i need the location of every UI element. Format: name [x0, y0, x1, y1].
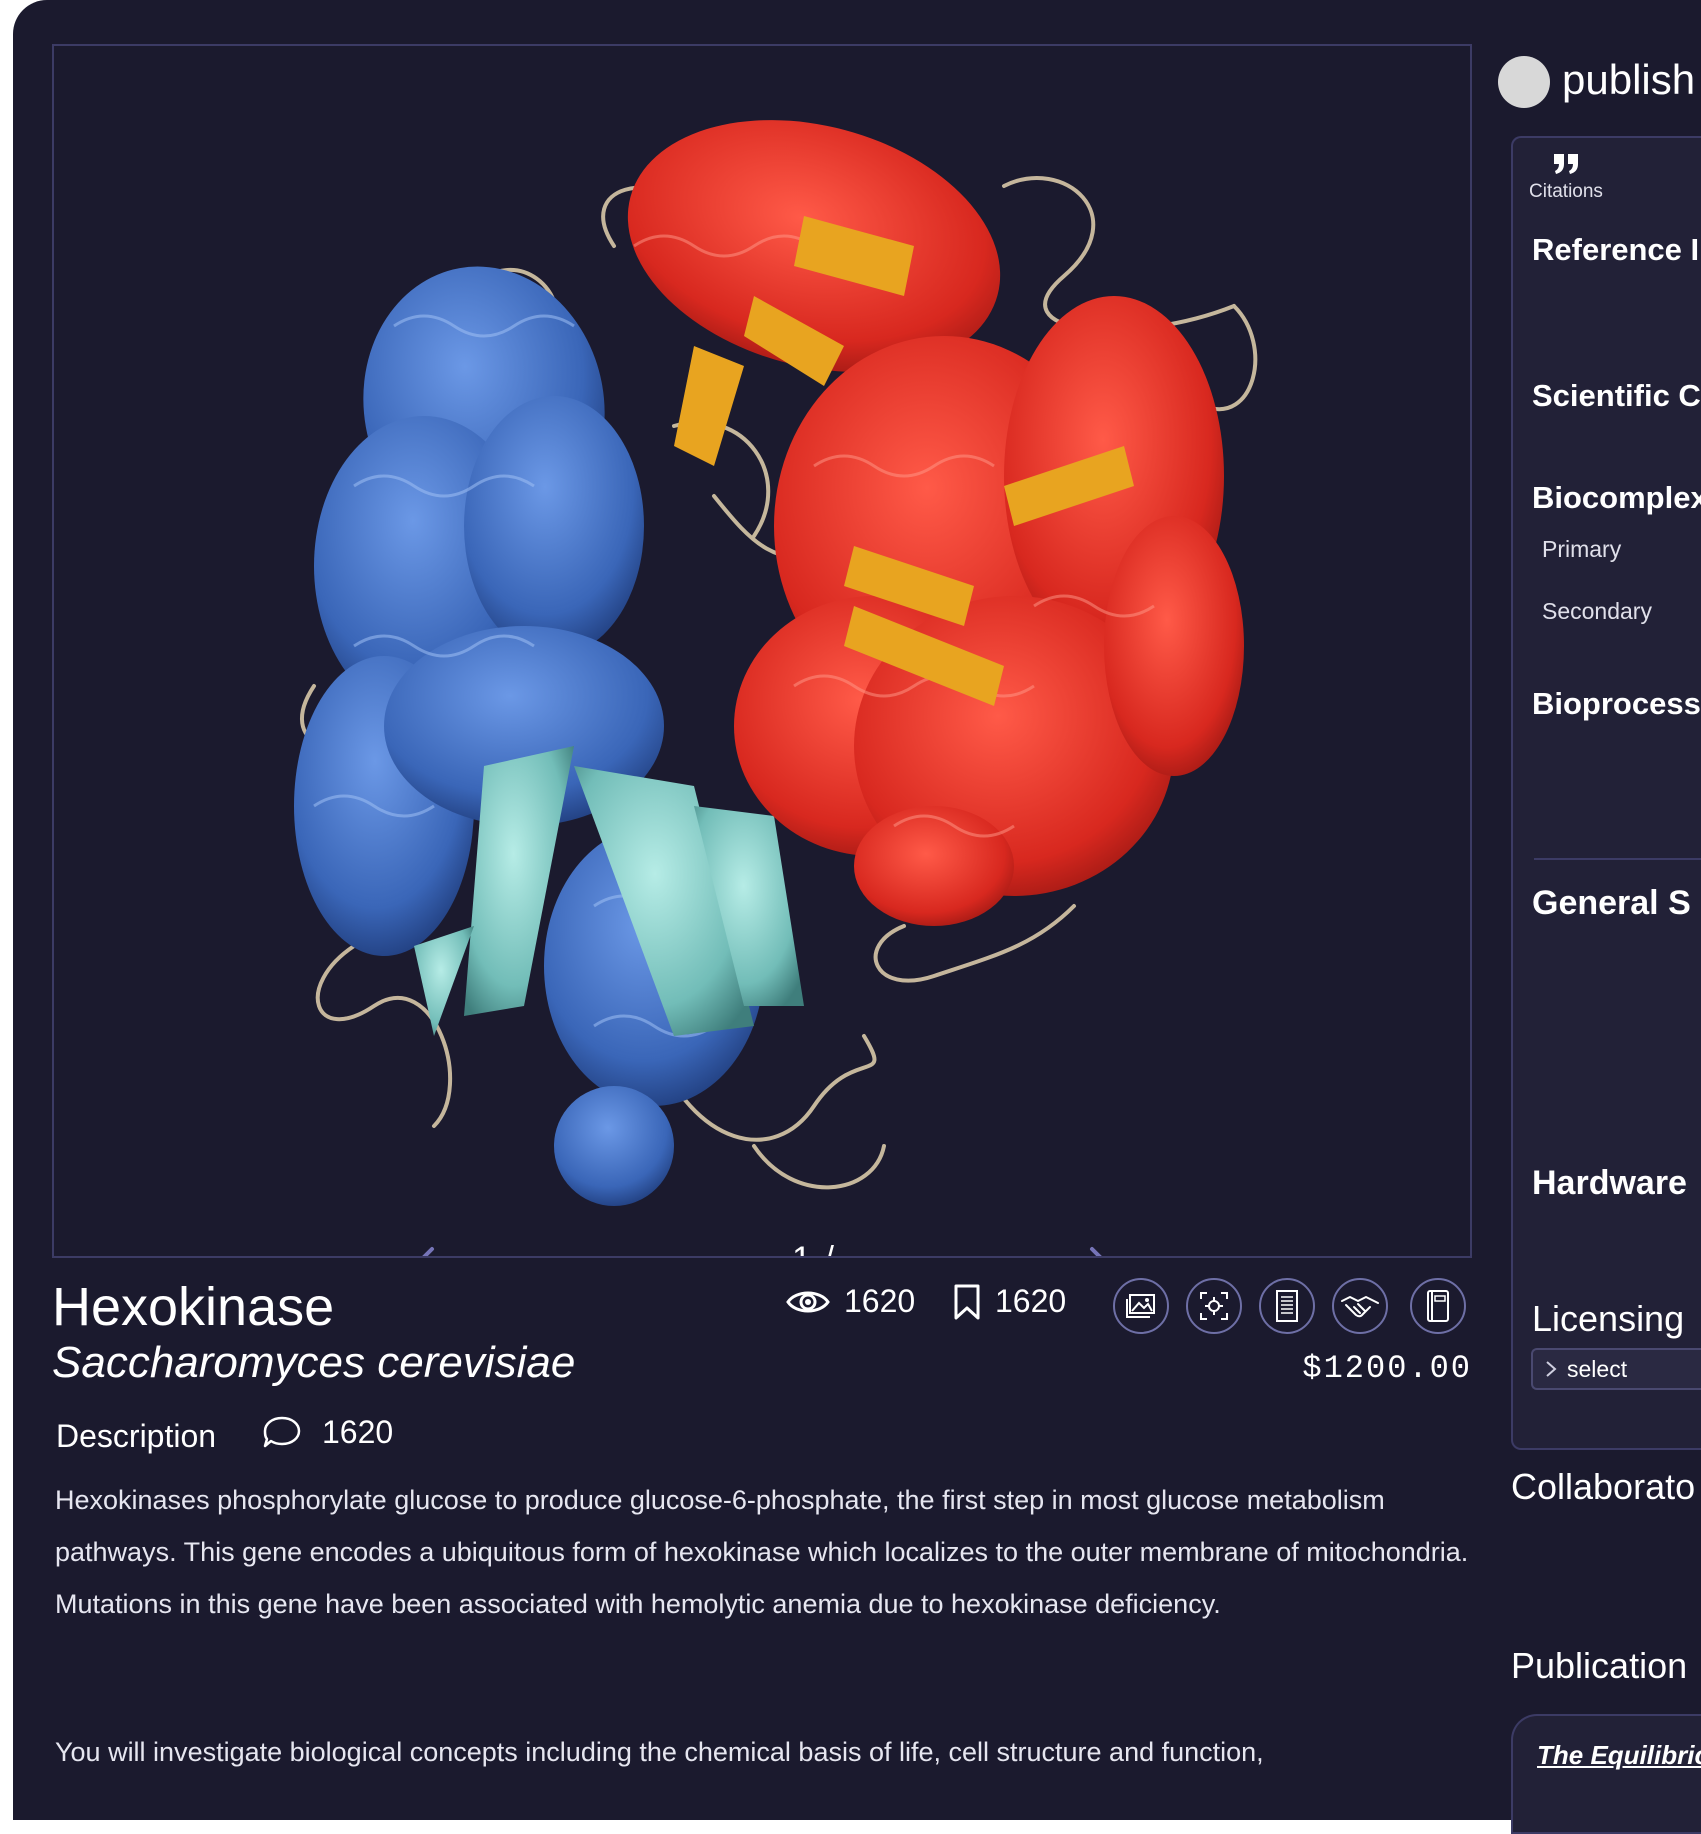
- focus-button[interactable]: [1186, 1278, 1242, 1334]
- publication-card: [1511, 1714, 1701, 1834]
- section-divider: [1534, 858, 1701, 860]
- image-pager: 1 / 4: [784, 1240, 844, 1256]
- notebook-icon: [1427, 1290, 1449, 1322]
- price-label: $1200.00: [1302, 1350, 1472, 1387]
- primary-label: Primary: [1542, 536, 1622, 562]
- publish-label: publish: [1562, 56, 1696, 103]
- views-value: 1620: [844, 1283, 916, 1319]
- collaborate-button[interactable]: [1332, 1278, 1388, 1334]
- product-title: Hexokinase: [52, 1277, 335, 1337]
- notebook-button[interactable]: [1410, 1278, 1466, 1334]
- licensing-select[interactable]: select: [1531, 1348, 1701, 1390]
- bookmarks-value: 1620: [995, 1283, 1067, 1319]
- handshake-icon: [1341, 1296, 1379, 1318]
- bookmarks-count[interactable]: 1620: [953, 1283, 1066, 1320]
- scientific-heading: Scientific C: [1532, 378, 1701, 413]
- organism-name: Saccharomyces cerevisiae: [52, 1338, 576, 1387]
- target-focus-icon: [1200, 1292, 1228, 1320]
- publish-toggle[interactable]: [1498, 56, 1550, 108]
- image-gallery-icon: [1126, 1294, 1155, 1318]
- hardware-heading: Hardware: [1532, 1164, 1687, 1202]
- quote-icon[interactable]: [1552, 152, 1580, 176]
- comments-count[interactable]: 1620: [262, 1414, 393, 1451]
- select-label: select: [1567, 1355, 1628, 1382]
- general-heading: General S: [1532, 884, 1691, 922]
- description-paragraph: Hexokinases phosphorylate glucose to pro…: [55, 1485, 1469, 1619]
- molecule-viewer[interactable]: 1 / 4: [52, 44, 1472, 1258]
- secondary-label: Secondary: [1542, 598, 1652, 624]
- eye-icon: [786, 1291, 830, 1312]
- publication-link[interactable]: The Equilibric: [1537, 1740, 1701, 1771]
- previous-arrow-icon[interactable]: [416, 1244, 466, 1258]
- documents-button[interactable]: [1259, 1278, 1315, 1334]
- biocomplex-heading: Biocomplex: [1532, 480, 1701, 515]
- protein-structure-image: [294, 120, 1258, 1206]
- description-paragraph-2: You will investigate biological concepts…: [55, 1737, 1264, 1767]
- views-count: 1620: [786, 1283, 915, 1320]
- document-list-icon: [1276, 1290, 1298, 1322]
- comments-value: 1620: [322, 1414, 394, 1450]
- gallery-button[interactable]: [1113, 1278, 1169, 1334]
- metadata-panel: [1511, 136, 1701, 1450]
- reference-heading: Reference I: [1532, 232, 1700, 267]
- citations-label[interactable]: Citations: [1529, 181, 1603, 203]
- next-arrow-icon[interactable]: [1058, 1244, 1108, 1258]
- publication-heading: Publication: [1511, 1645, 1688, 1686]
- bookmark-icon[interactable]: [953, 1284, 981, 1320]
- licensing-heading: Licensing: [1532, 1298, 1685, 1339]
- bioprocess-heading: Bioprocess: [1532, 686, 1701, 721]
- description-label: Description: [56, 1418, 217, 1454]
- comment-icon[interactable]: [262, 1415, 302, 1451]
- collaborators-heading: Collaborato: [1511, 1466, 1696, 1507]
- chevron-right-icon: [1546, 1361, 1557, 1377]
